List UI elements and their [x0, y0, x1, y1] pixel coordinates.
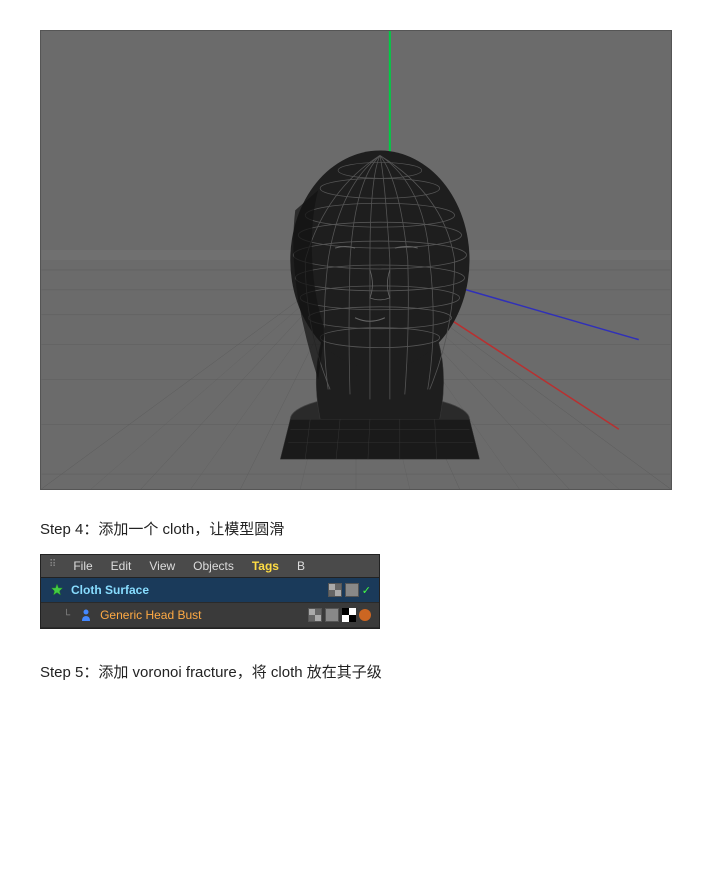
- tag-check-icon: ✓: [362, 584, 371, 597]
- tag-icon-1[interactable]: [328, 583, 342, 597]
- menu-objects[interactable]: Objects: [191, 558, 236, 574]
- tree-indent-icon: └: [63, 610, 70, 621]
- menu-view[interactable]: View: [147, 558, 177, 574]
- orange-dot-tag[interactable]: [359, 609, 371, 621]
- tag-icon-3[interactable]: [308, 608, 322, 622]
- generic-head-bust-tags: [308, 608, 371, 622]
- tag-icon-4[interactable]: [325, 608, 339, 622]
- grip-dots: ⠿: [47, 558, 57, 574]
- checker-tag[interactable]: [342, 608, 356, 622]
- page-container: Step 4：添加一个 cloth，让模型圆滑 ⠿ File Edit View…: [0, 0, 712, 725]
- c4d-menubar: ⠿ File Edit View Objects Tags B: [41, 555, 379, 578]
- menu-edit[interactable]: Edit: [109, 558, 134, 574]
- cloth-surface-row[interactable]: Cloth Surface ✓: [41, 578, 379, 603]
- menu-bookmarks[interactable]: B: [295, 558, 307, 574]
- step5-text: Step 5：添加 voronoi fracture，将 cloth 放在其子级: [40, 661, 672, 685]
- generic-head-bust-icon: [78, 607, 94, 623]
- step4-text: Step 4：添加一个 cloth，让模型圆滑: [40, 518, 672, 542]
- generic-head-bust-name: Generic Head Bust: [100, 608, 302, 622]
- menu-file[interactable]: File: [71, 558, 94, 574]
- cloth-surface-icon: [49, 582, 65, 598]
- cloth-surface-tags: ✓: [328, 583, 371, 597]
- tag-icon-2[interactable]: [345, 583, 359, 597]
- cloth-surface-name: Cloth Surface: [71, 583, 322, 597]
- menu-tags[interactable]: Tags: [250, 558, 281, 574]
- viewport: [40, 30, 672, 490]
- generic-head-bust-row[interactable]: └ Generic Head Bust: [41, 603, 379, 628]
- c4d-panel: ⠿ File Edit View Objects Tags B Cloth Su…: [40, 554, 380, 629]
